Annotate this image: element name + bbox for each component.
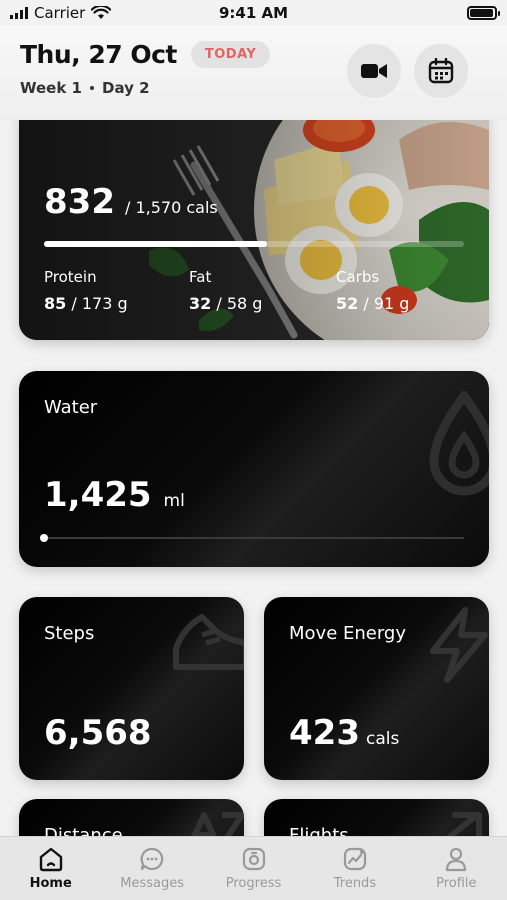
video-camera-icon — [361, 64, 387, 78]
water-progress-indicator — [40, 534, 48, 542]
wifi-icon — [91, 6, 112, 19]
tab-messages[interactable]: Messages — [101, 837, 202, 900]
profile-icon — [446, 847, 467, 872]
battery-icon — [467, 6, 500, 20]
tab-label: Profile — [436, 876, 477, 891]
tab-bar: Home Messages Progress Trends Profile — [0, 836, 507, 900]
macro-value: 52 — [336, 294, 359, 313]
steps-value: 6,568 — [44, 713, 152, 753]
calories-card[interactable]: 832 / 1,570 cals Protein 85 / 173 g Fat … — [19, 100, 489, 340]
shoe-icon — [173, 614, 244, 670]
move-energy-amount: 423 cals — [289, 713, 399, 753]
page-title: Thu, 27 Oct — [20, 40, 177, 69]
progress-icon — [242, 847, 265, 871]
calendar-button[interactable] — [414, 44, 468, 98]
macro-label: Protein — [44, 268, 97, 286]
macro-value: 32 — [189, 294, 212, 313]
carrier-label: Carrier — [34, 4, 86, 22]
tab-label: Trends — [333, 876, 377, 891]
calories-consumed: 832 — [44, 182, 115, 222]
status-bar: Carrier 9:41 AM — [0, 0, 507, 26]
tab-profile[interactable]: Profile — [406, 837, 507, 900]
status-time: 9:41 AM — [218, 4, 289, 22]
calories-summary: 832 / 1,570 cals — [44, 182, 218, 222]
tab-label: Messages — [120, 876, 184, 891]
day-label: Day 2 — [102, 79, 150, 97]
water-card[interactable]: Water 1,425 ml — [19, 371, 489, 567]
macro-label: Carbs — [336, 268, 380, 286]
calories-goal: / 1,570 cals — [124, 198, 218, 217]
macro-goal: / 91 g — [363, 294, 410, 313]
macro-carbs: Carbs 52 / 91 g — [336, 268, 409, 313]
tab-label: Home — [29, 876, 72, 891]
water-unit: ml — [163, 491, 185, 511]
tab-trends[interactable]: Trends — [304, 837, 405, 900]
tab-label: Progress — [225, 876, 282, 891]
today-badge[interactable]: TODAY — [190, 41, 271, 68]
macro-label: Fat — [189, 268, 212, 286]
lightning-icon — [430, 607, 488, 683]
steps-card[interactable]: Steps 6,568 — [19, 597, 244, 780]
calendar-icon — [428, 58, 454, 84]
macro-fat: Fat 32 / 58 g — [189, 268, 262, 313]
steps-title: Steps — [44, 623, 95, 644]
move-energy-value: 423 — [289, 713, 360, 753]
macro-protein: Protein 85 / 173 g — [44, 268, 128, 313]
signal-icon — [10, 7, 28, 19]
macro-goal: / 173 g — [71, 294, 128, 313]
macro-goal: / 58 g — [216, 294, 263, 313]
trends-icon — [343, 847, 367, 871]
calories-progress-bar — [44, 241, 464, 247]
water-progress-track — [40, 534, 464, 542]
week-label: Week 1 — [20, 79, 82, 97]
water-drop-icon — [429, 391, 489, 496]
water-value: 1,425 — [44, 475, 152, 515]
tab-progress[interactable]: Progress — [203, 837, 304, 900]
macro-value: 85 — [44, 294, 67, 313]
video-button[interactable] — [347, 44, 401, 98]
chat-icon — [140, 847, 164, 871]
header: Thu, 27 Oct TODAY Week 1 Day 2 — [0, 26, 507, 120]
tab-home[interactable]: Home — [0, 837, 101, 900]
water-title: Water — [44, 397, 98, 418]
home-icon — [39, 847, 62, 872]
move-energy-card[interactable]: Move Energy 423 cals — [264, 597, 489, 780]
move-energy-title: Move Energy — [289, 623, 407, 644]
separator-dot — [90, 86, 94, 90]
water-amount: 1,425 ml — [44, 475, 185, 515]
move-energy-unit: cals — [365, 729, 400, 749]
